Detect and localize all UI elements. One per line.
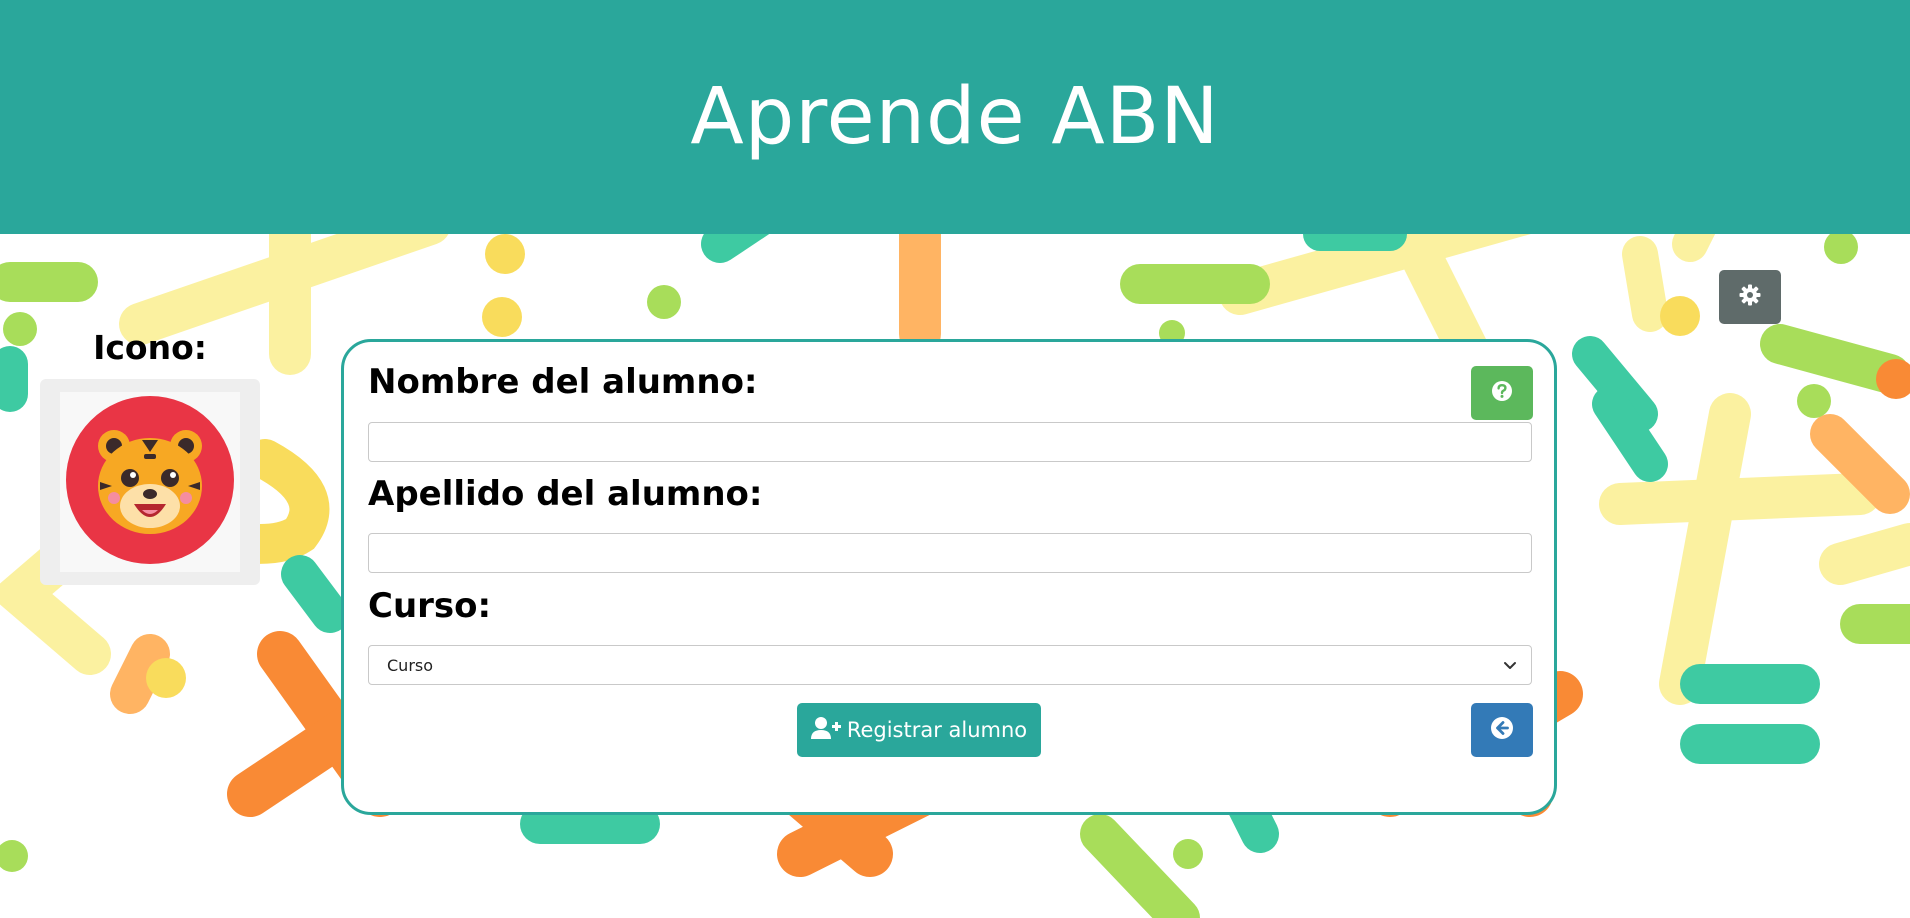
- avatar-picker[interactable]: [40, 379, 260, 585]
- avatar-preview[interactable]: [60, 392, 240, 572]
- first-name-label: Nombre del alumno:: [368, 362, 758, 402]
- arrow-circle-left-icon: [1490, 716, 1514, 744]
- user-plus-icon: [810, 716, 841, 745]
- tiger-icon: [64, 394, 236, 570]
- back-button[interactable]: [1471, 703, 1533, 757]
- register-student-label: Registrar alumno: [846, 718, 1028, 742]
- course-label: Curso:: [368, 586, 492, 626]
- register-student-form: Nombre del alumno: Apellido del alumno: …: [341, 339, 1557, 815]
- course-select-value: Curso: [387, 655, 434, 675]
- first-name-input[interactable]: [368, 422, 1532, 462]
- gear-icon: [1738, 283, 1762, 311]
- icon-label: Icono:: [93, 328, 207, 367]
- chevron-down-icon: [1503, 656, 1517, 675]
- last-name-label: Apellido del alumno:: [368, 474, 763, 514]
- help-button[interactable]: [1471, 366, 1533, 420]
- register-student-button[interactable]: Registrar alumno: [797, 703, 1041, 757]
- last-name-input[interactable]: [368, 533, 1532, 573]
- app-title: Aprende ABN: [690, 72, 1220, 162]
- course-select[interactable]: Curso: [368, 645, 1532, 685]
- question-circle-icon: [1491, 380, 1513, 406]
- app-header: Aprende ABN: [0, 0, 1910, 234]
- settings-button[interactable]: [1719, 270, 1781, 324]
